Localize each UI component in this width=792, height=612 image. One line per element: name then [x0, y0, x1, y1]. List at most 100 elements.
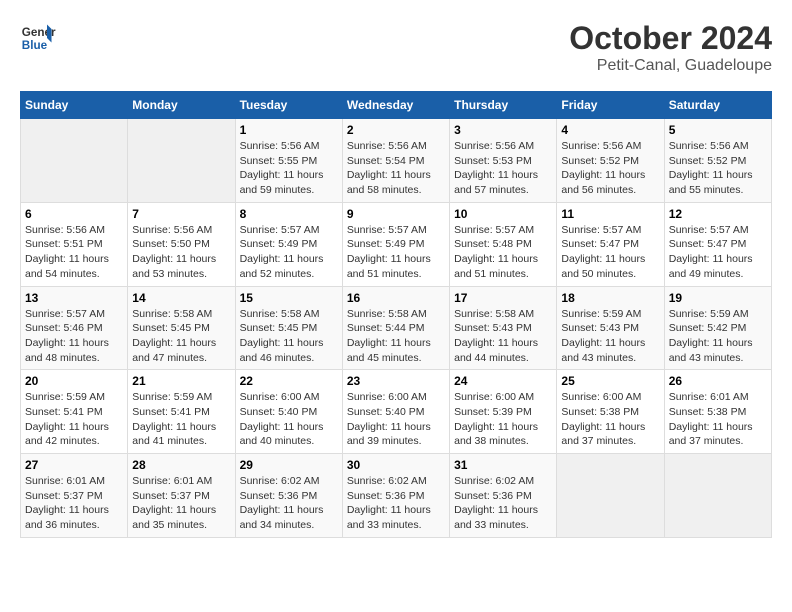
calendar-cell: 13 Sunrise: 5:57 AM Sunset: 5:46 PM Dayli… [21, 286, 128, 370]
title-block: October 2024 Petit-Canal, Guadeloupe [569, 20, 772, 75]
day-number: 3 [454, 123, 552, 137]
day-info: Sunrise: 6:01 AM Sunset: 5:37 PM Dayligh… [132, 474, 230, 533]
week-row-5: 27 Sunrise: 6:01 AM Sunset: 5:37 PM Dayli… [21, 454, 772, 538]
calendar-cell [557, 454, 664, 538]
day-info: Sunrise: 5:57 AM Sunset: 5:48 PM Dayligh… [454, 223, 552, 282]
day-info: Sunrise: 5:59 AM Sunset: 5:43 PM Dayligh… [561, 307, 659, 366]
calendar-cell: 28Sunrise: 6:01 AM Sunset: 5:37 PM Dayli… [128, 454, 235, 538]
calendar-cell: 12 Sunrise: 5:57 AM Sunset: 5:47 PM Dayli… [664, 202, 771, 286]
weekday-header-tuesday: Tuesday [235, 92, 342, 119]
day-number: 31 [454, 458, 552, 472]
day-info: Sunrise: 5:57 AM Sunset: 5:49 PM Dayligh… [240, 223, 338, 282]
day-number: 2 [347, 123, 445, 137]
week-row-2: 6 Sunrise: 5:56 AM Sunset: 5:51 PM Daylig… [21, 202, 772, 286]
calendar-cell [21, 119, 128, 203]
day-info: Sunrise: 6:01 AM Sunset: 5:38 PM Dayligh… [669, 390, 767, 449]
calendar-cell: 21 Sunrise: 5:59 AM Sunset: 5:41 PM Dayli… [128, 370, 235, 454]
weekday-header-wednesday: Wednesday [342, 92, 449, 119]
day-number: 4 [561, 123, 659, 137]
calendar-cell: 29 Sunrise: 6:02 AM Sunset: 5:36 PM Dayli… [235, 454, 342, 538]
calendar-cell: 31 Sunrise: 6:02 AM Sunset: 5:36 PM Dayli… [450, 454, 557, 538]
day-number: 26 [669, 374, 767, 388]
day-number: 18 [561, 291, 659, 305]
day-number: 29 [240, 458, 338, 472]
calendar-cell: 8 Sunrise: 5:57 AM Sunset: 5:49 PM Daylig… [235, 202, 342, 286]
day-info: Sunrise: 5:56 AM Sunset: 5:54 PM Dayligh… [347, 139, 445, 198]
day-info: Sunrise: 5:57 AM Sunset: 5:47 PM Dayligh… [669, 223, 767, 282]
day-info: Sunrise: 5:58 AM Sunset: 5:44 PM Dayligh… [347, 307, 445, 366]
weekday-header-thursday: Thursday [450, 92, 557, 119]
day-info: Sunrise: 5:58 AM Sunset: 5:45 PM Dayligh… [240, 307, 338, 366]
calendar-cell: 2 Sunrise: 5:56 AM Sunset: 5:54 PM Daylig… [342, 119, 449, 203]
day-info: Sunrise: 6:02 AM Sunset: 5:36 PM Dayligh… [240, 474, 338, 533]
day-number: 17 [454, 291, 552, 305]
day-number: 22 [240, 374, 338, 388]
calendar-cell: 27Sunrise: 6:01 AM Sunset: 5:37 PM Dayli… [21, 454, 128, 538]
calendar-cell: 18 Sunrise: 5:59 AM Sunset: 5:43 PM Dayli… [557, 286, 664, 370]
day-number: 21 [132, 374, 230, 388]
calendar-cell: 24 Sunrise: 6:00 AM Sunset: 5:39 PM Dayli… [450, 370, 557, 454]
calendar-cell: 30 Sunrise: 6:02 AM Sunset: 5:36 PM Dayli… [342, 454, 449, 538]
day-info: Sunrise: 5:56 AM Sunset: 5:51 PM Dayligh… [25, 223, 123, 282]
calendar-cell: 7Sunrise: 5:56 AM Sunset: 5:50 PM Daylig… [128, 202, 235, 286]
weekday-header-row: SundayMondayTuesdayWednesdayThursdayFrid… [21, 92, 772, 119]
weekday-header-monday: Monday [128, 92, 235, 119]
day-number: 11 [561, 207, 659, 221]
svg-text:Blue: Blue [22, 39, 48, 52]
calendar-cell: 23Sunrise: 6:00 AM Sunset: 5:40 PM Dayli… [342, 370, 449, 454]
day-number: 30 [347, 458, 445, 472]
weekday-header-saturday: Saturday [664, 92, 771, 119]
day-number: 6 [25, 207, 123, 221]
day-number: 20 [25, 374, 123, 388]
calendar-cell: 5Sunrise: 5:56 AM Sunset: 5:52 PM Daylig… [664, 119, 771, 203]
calendar-cell: 6 Sunrise: 5:56 AM Sunset: 5:51 PM Daylig… [21, 202, 128, 286]
weekday-header-friday: Friday [557, 92, 664, 119]
day-info: Sunrise: 6:00 AM Sunset: 5:40 PM Dayligh… [347, 390, 445, 449]
day-number: 13 [25, 291, 123, 305]
page-header: General Blue October 2024 Petit-Canal, G… [20, 20, 772, 75]
day-info: Sunrise: 6:00 AM Sunset: 5:40 PM Dayligh… [240, 390, 338, 449]
calendar-cell: 10 Sunrise: 5:57 AM Sunset: 5:48 PM Dayli… [450, 202, 557, 286]
day-info: Sunrise: 6:02 AM Sunset: 5:36 PM Dayligh… [454, 474, 552, 533]
day-number: 12 [669, 207, 767, 221]
day-number: 24 [454, 374, 552, 388]
day-info: Sunrise: 5:59 AM Sunset: 5:41 PM Dayligh… [25, 390, 123, 449]
logo-icon: General Blue [20, 20, 56, 56]
calendar-cell: 17 Sunrise: 5:58 AM Sunset: 5:43 PM Dayli… [450, 286, 557, 370]
calendar-cell [128, 119, 235, 203]
calendar-cell: 9 Sunrise: 5:57 AM Sunset: 5:49 PM Daylig… [342, 202, 449, 286]
day-info: Sunrise: 5:56 AM Sunset: 5:52 PM Dayligh… [561, 139, 659, 198]
day-number: 8 [240, 207, 338, 221]
day-info: Sunrise: 5:58 AM Sunset: 5:43 PM Dayligh… [454, 307, 552, 366]
day-number: 10 [454, 207, 552, 221]
calendar-table: SundayMondayTuesdayWednesdayThursdayFrid… [20, 91, 772, 538]
day-info: Sunrise: 6:00 AM Sunset: 5:39 PM Dayligh… [454, 390, 552, 449]
day-info: Sunrise: 6:02 AM Sunset: 5:36 PM Dayligh… [347, 474, 445, 533]
calendar-cell [664, 454, 771, 538]
calendar-cell: 19Sunrise: 5:59 AM Sunset: 5:42 PM Dayli… [664, 286, 771, 370]
day-number: 16 [347, 291, 445, 305]
day-number: 15 [240, 291, 338, 305]
day-info: Sunrise: 5:56 AM Sunset: 5:55 PM Dayligh… [240, 139, 338, 198]
day-number: 14 [132, 291, 230, 305]
day-info: Sunrise: 5:57 AM Sunset: 5:46 PM Dayligh… [25, 307, 123, 366]
calendar-cell: 1Sunrise: 5:56 AM Sunset: 5:55 PM Daylig… [235, 119, 342, 203]
day-info: Sunrise: 5:58 AM Sunset: 5:45 PM Dayligh… [132, 307, 230, 366]
day-info: Sunrise: 5:56 AM Sunset: 5:53 PM Dayligh… [454, 139, 552, 198]
day-number: 9 [347, 207, 445, 221]
day-info: Sunrise: 5:59 AM Sunset: 5:41 PM Dayligh… [132, 390, 230, 449]
calendar-cell: 14 Sunrise: 5:58 AM Sunset: 5:45 PM Dayli… [128, 286, 235, 370]
calendar-cell: 15 Sunrise: 5:58 AM Sunset: 5:45 PM Dayli… [235, 286, 342, 370]
day-info: Sunrise: 5:57 AM Sunset: 5:49 PM Dayligh… [347, 223, 445, 282]
day-info: Sunrise: 6:00 AM Sunset: 5:38 PM Dayligh… [561, 390, 659, 449]
day-info: Sunrise: 5:56 AM Sunset: 5:52 PM Dayligh… [669, 139, 767, 198]
page-subtitle: Petit-Canal, Guadeloupe [569, 57, 772, 75]
day-info: Sunrise: 5:57 AM Sunset: 5:47 PM Dayligh… [561, 223, 659, 282]
calendar-cell: 3 Sunrise: 5:56 AM Sunset: 5:53 PM Daylig… [450, 119, 557, 203]
calendar-cell: 16 Sunrise: 5:58 AM Sunset: 5:44 PM Dayli… [342, 286, 449, 370]
week-row-4: 20 Sunrise: 5:59 AM Sunset: 5:41 PM Dayli… [21, 370, 772, 454]
day-number: 27 [25, 458, 123, 472]
calendar-cell: 20 Sunrise: 5:59 AM Sunset: 5:41 PM Dayli… [21, 370, 128, 454]
page-title: October 2024 [569, 20, 772, 57]
logo: General Blue [20, 20, 56, 56]
